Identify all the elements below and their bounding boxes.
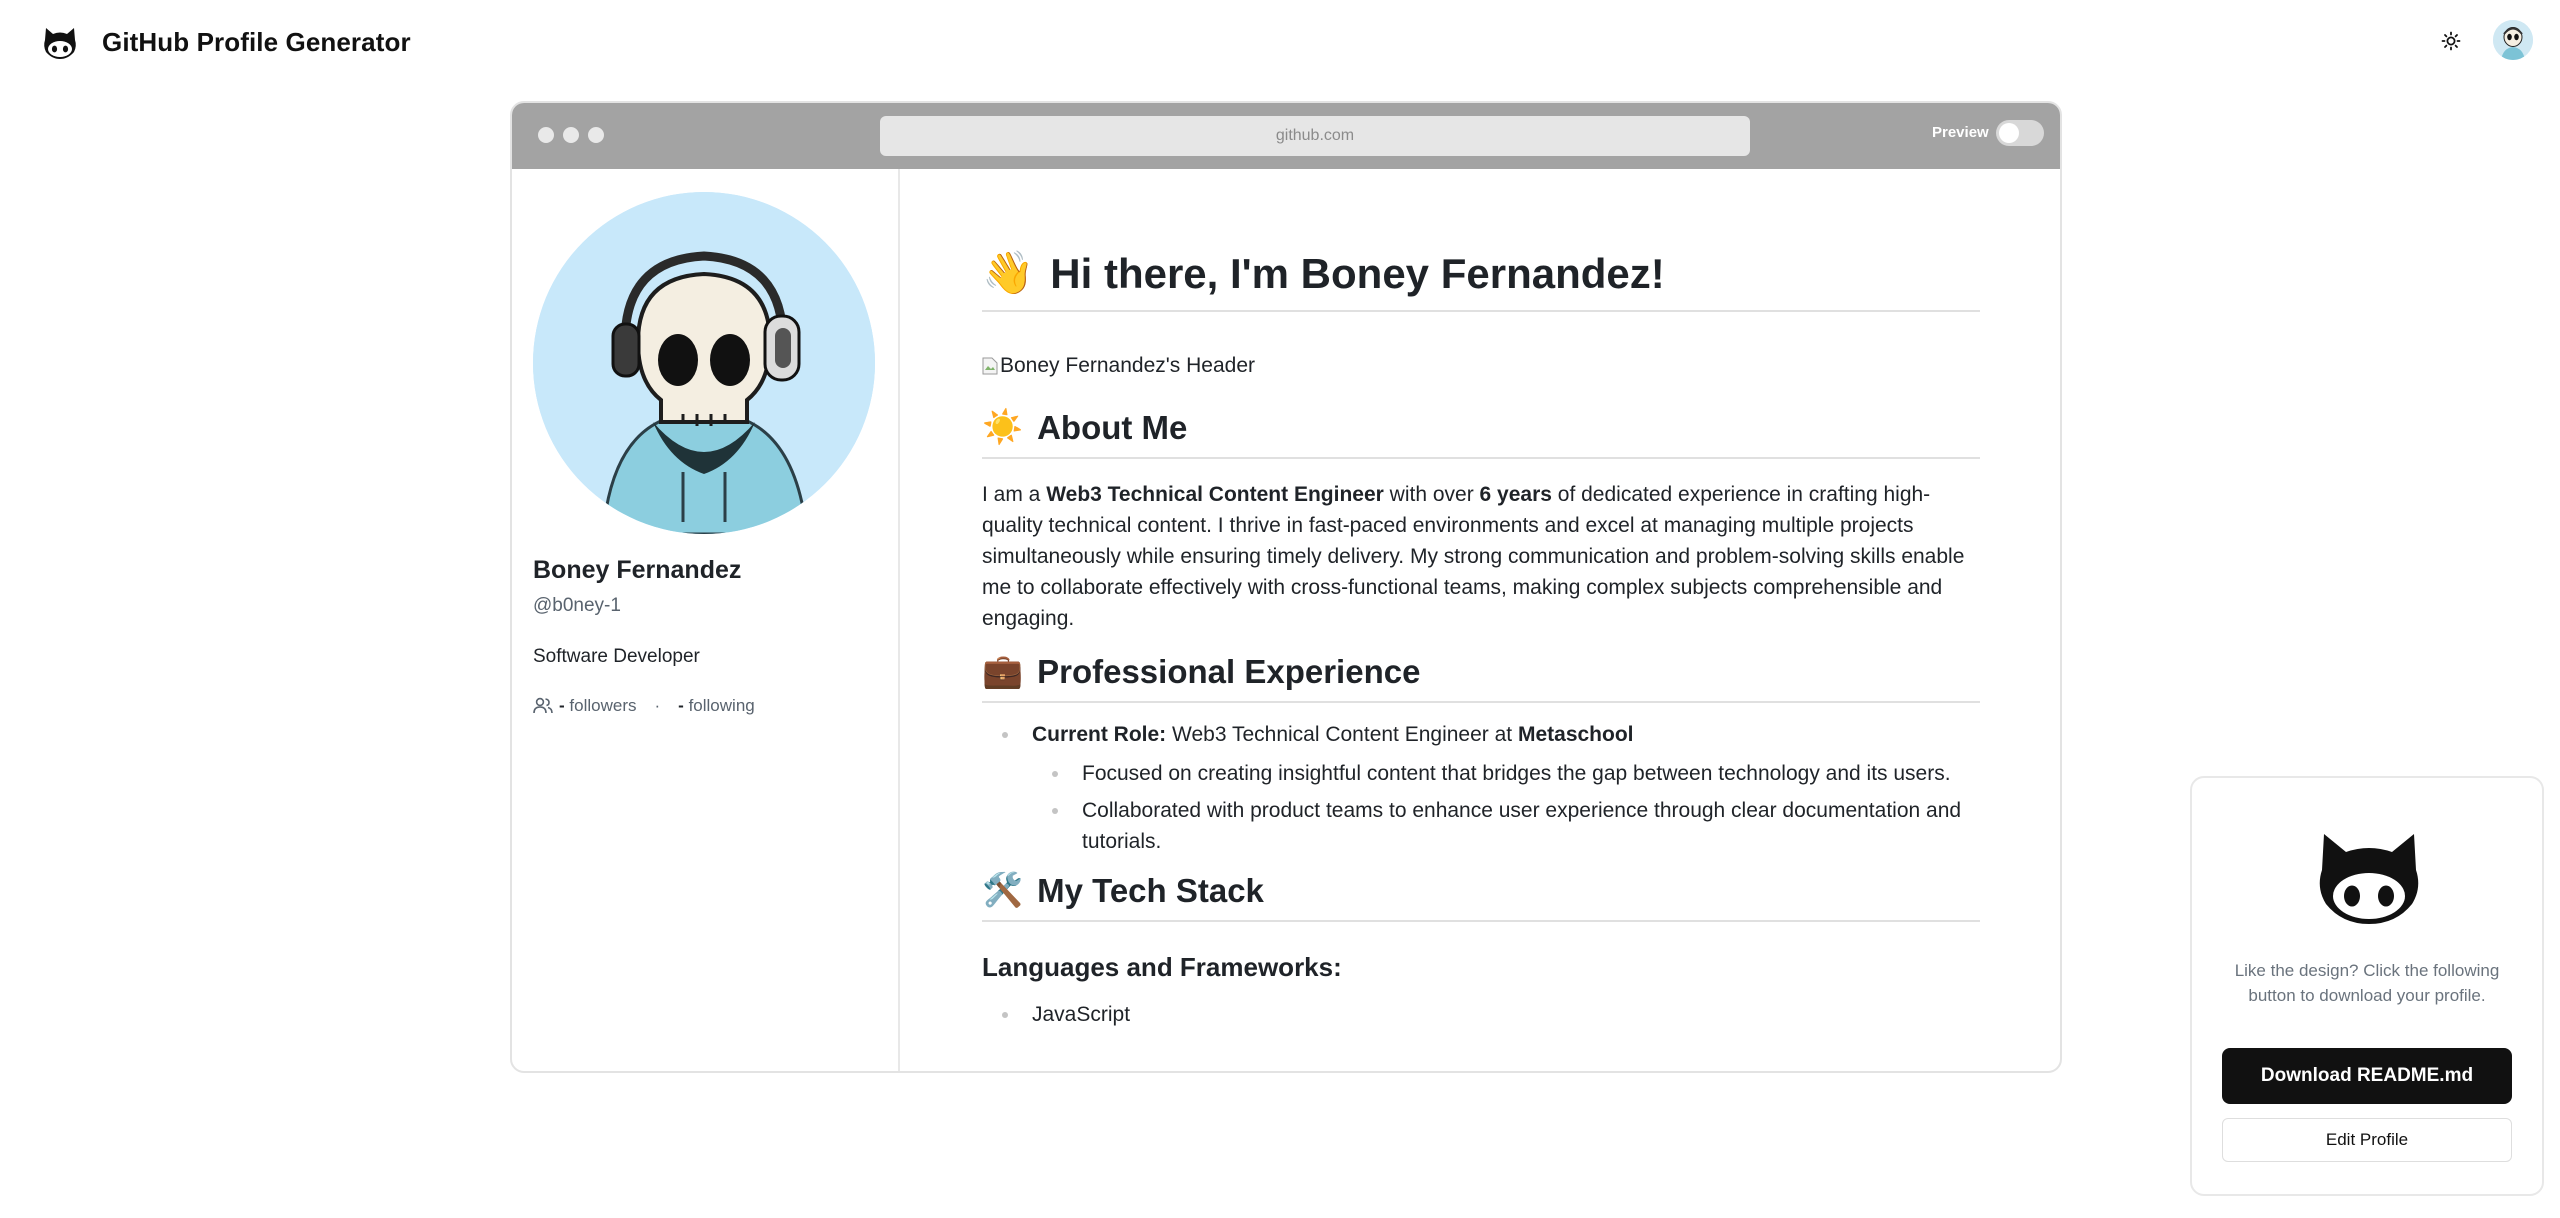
wave-emoji-icon: 👋 bbox=[982, 249, 1035, 296]
skull-headphones-illustration bbox=[533, 192, 875, 534]
experience-list: Current Role: Web3 Technical Content Eng… bbox=[982, 719, 1980, 857]
window-dot-close bbox=[538, 127, 554, 143]
about-title: About Me bbox=[1037, 408, 1188, 446]
broken-image-icon bbox=[982, 357, 998, 375]
role-text: Web3 Technical Content Engineer at bbox=[1166, 723, 1518, 746]
app-title: GitHub Profile Generator bbox=[102, 26, 411, 57]
edit-profile-button[interactable]: Edit Profile bbox=[2222, 1118, 2512, 1162]
readme-greeting-heading: 👋 Hi there, I'm Boney Fernandez! bbox=[982, 249, 1980, 312]
following-label: following bbox=[688, 696, 755, 715]
download-prompt: Like the design? Click the following but… bbox=[2234, 961, 2500, 1005]
people-icon bbox=[533, 697, 553, 714]
header-image-alt: Boney Fernandez's Header bbox=[1000, 354, 1255, 377]
experience-heading: 💼 Professional Experience bbox=[982, 652, 1980, 703]
download-readme-button[interactable]: Download README.md bbox=[2222, 1048, 2512, 1104]
tech-stack-heading: 🛠️ My Tech Stack bbox=[982, 871, 1980, 922]
followers-count: - bbox=[559, 696, 565, 715]
theme-toggle-button[interactable] bbox=[2432, 22, 2470, 60]
current-role-item: Current Role: Web3 Technical Content Eng… bbox=[1002, 719, 1980, 857]
top-navbar: GitHub Profile Generator bbox=[0, 0, 2560, 80]
profile-avatar bbox=[533, 192, 875, 534]
about-role: Web3 Technical Content Engineer bbox=[1046, 483, 1384, 506]
role-details-list: Focused on creating insightful content t… bbox=[1032, 758, 1980, 857]
list-item: Focused on creating insightful content t… bbox=[1052, 758, 1980, 789]
sun-emoji-icon: ☀️ bbox=[982, 408, 1024, 445]
following-count: - bbox=[678, 696, 684, 715]
window-dot-minimize bbox=[563, 127, 579, 143]
browser-preview-window: github.com Preview Boney Fernandez @b0ne… bbox=[510, 101, 2062, 1073]
profile-bio: Software Developer bbox=[533, 646, 700, 667]
experience-title: Professional Experience bbox=[1037, 652, 1421, 690]
profile-handle: @b0ney-1 bbox=[533, 595, 621, 616]
profile-sidebar: Boney Fernandez @b0ney-1 Software Develo… bbox=[512, 169, 900, 1071]
readme-preview: 👋 Hi there, I'm Boney Fernandez! Boney F… bbox=[898, 169, 2060, 1071]
languages-subheading: Languages and Frameworks: bbox=[982, 952, 1342, 982]
url-bar: github.com bbox=[880, 116, 1750, 156]
about-heading: ☀️ About Me bbox=[982, 408, 1980, 459]
about-text-2: with over bbox=[1383, 483, 1480, 506]
tools-emoji-icon: 🛠️ bbox=[982, 871, 1024, 908]
window-dot-maximize bbox=[588, 127, 604, 143]
download-card: Like the design? Click the following but… bbox=[2190, 776, 2544, 1196]
briefcase-emoji-icon: 💼 bbox=[982, 652, 1024, 689]
brand[interactable]: GitHub Profile Generator bbox=[40, 22, 411, 62]
list-item: Collaborated with product teams to enhan… bbox=[1052, 795, 1980, 857]
about-paragraph: I am a Web3 Technical Content Engineer w… bbox=[982, 479, 1980, 634]
preview-toggle[interactable] bbox=[1996, 120, 2044, 146]
stats-separator: · bbox=[654, 696, 661, 715]
sun-icon bbox=[2441, 31, 2461, 51]
followers-link[interactable]: - followers bbox=[559, 696, 637, 716]
company-name: Metaschool bbox=[1517, 723, 1634, 746]
header-image: Boney Fernandez's Header bbox=[982, 354, 1980, 378]
preview-label: Preview bbox=[1932, 124, 1989, 141]
greeting-text: Hi there, I'm Boney Fernandez! bbox=[1050, 249, 1665, 297]
user-avatar[interactable] bbox=[2493, 20, 2533, 60]
about-text-1: I am a bbox=[982, 483, 1047, 506]
following-link[interactable]: - following bbox=[678, 696, 755, 716]
toggle-knob bbox=[1999, 123, 2019, 143]
profile-name: Boney Fernandez bbox=[533, 556, 742, 584]
octocat-icon bbox=[2319, 834, 2419, 924]
followers-label: followers bbox=[569, 696, 637, 715]
octocat-icon bbox=[44, 28, 76, 59]
browser-chrome: github.com Preview bbox=[512, 103, 2060, 169]
skull-avatar-icon bbox=[2493, 20, 2533, 60]
list-item: JavaScript bbox=[1002, 999, 1980, 1030]
languages-list: JavaScript bbox=[982, 999, 1980, 1030]
role-label: Current Role: bbox=[1032, 723, 1167, 746]
about-years: 6 years bbox=[1479, 483, 1552, 506]
tech-stack-title: My Tech Stack bbox=[1037, 871, 1264, 909]
follow-stats: - followers · - following bbox=[533, 696, 755, 716]
